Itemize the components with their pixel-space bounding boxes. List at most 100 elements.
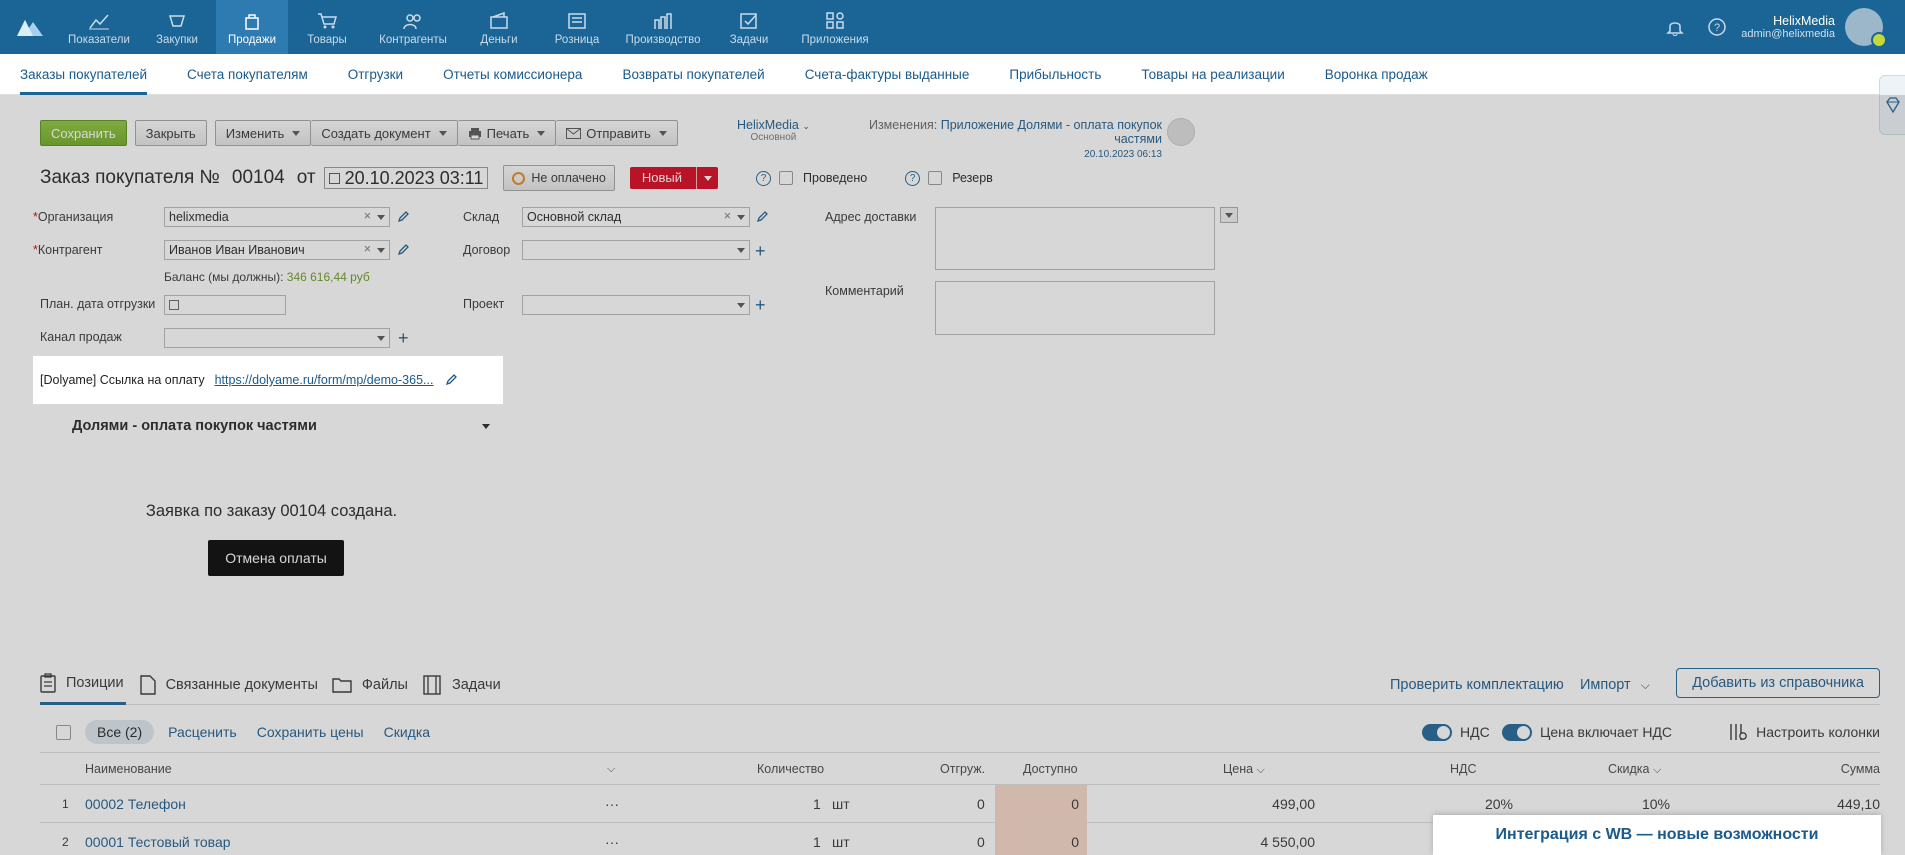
col-available[interactable]: Доступно <box>1023 753 1078 786</box>
payment-status-button[interactable]: Не оплачено <box>503 165 615 191</box>
col-sum[interactable]: Сумма <box>1841 753 1880 786</box>
channel-field[interactable] <box>164 328 390 348</box>
pencil-icon[interactable] <box>397 244 409 256</box>
subnav-customer-orders[interactable]: Заказы покупателей <box>20 54 148 95</box>
discount-link[interactable]: Скидка <box>384 724 430 740</box>
pencil-icon[interactable] <box>756 211 768 223</box>
change-button[interactable]: Изменить <box>214 120 312 146</box>
nav-sales[interactable]: Продажи <box>216 0 288 54</box>
chevron-down-icon[interactable] <box>482 424 490 429</box>
subnav-shipments[interactable]: Отгрузки <box>348 54 403 95</box>
col-price[interactable]: Цена ⌵ <box>1223 753 1265 786</box>
dolyame-link[interactable]: https://dolyame.ru/form/mp/demo-365... <box>215 373 434 387</box>
subnav-customer-returns[interactable]: Возвраты покупателей <box>622 54 764 95</box>
subnav-customer-invoices[interactable]: Счета покупателям <box>187 54 308 95</box>
dolyame-header[interactable]: Долями - оплата покупок частями <box>72 418 317 434</box>
nav-purchases[interactable]: Закупки <box>138 0 216 54</box>
warehouse-field[interactable]: Основной склад × <box>522 207 750 227</box>
row-product-link[interactable]: 00001 Тестовый товар <box>85 823 231 855</box>
tab-positions[interactable]: Позиции <box>40 665 126 705</box>
address-expand-button[interactable] <box>1220 207 1238 223</box>
nav-apps[interactable]: Приложения <box>788 0 882 54</box>
nav-money[interactable]: Деньги <box>460 0 538 54</box>
subnav-commission-reports[interactable]: Отчеты комиссионера <box>443 54 582 95</box>
row-qty[interactable]: 1 <box>813 785 821 823</box>
add-icon[interactable]: + <box>398 329 409 347</box>
col-vat[interactable]: НДС <box>1450 753 1477 786</box>
row-price[interactable]: 499,00 <box>1185 785 1315 823</box>
order-date-field[interactable]: 20.10.2023 03:11 <box>323 167 489 189</box>
promo-banner[interactable]: Интеграция с WB — новые возможности <box>1433 815 1881 855</box>
nav-contractors[interactable]: Контрагенты <box>366 0 460 54</box>
clear-icon[interactable]: × <box>364 242 371 256</box>
chevron-down-icon[interactable] <box>377 215 385 220</box>
address-field[interactable] <box>935 207 1215 270</box>
subnav-profitability[interactable]: Прибыльность <box>1009 54 1101 95</box>
changes-value[interactable]: Приложение Долями - оплата покупок частя… <box>941 118 1162 146</box>
org-field[interactable]: helixmedia × <box>164 207 390 227</box>
help-icon[interactable]: ? <box>905 170 921 186</box>
import-dropdown[interactable]: Импорт ⌵ <box>1580 677 1650 693</box>
select-all-checkbox[interactable] <box>56 724 71 740</box>
help-icon[interactable]: ? <box>756 170 772 186</box>
create-doc-button[interactable]: Создать документ <box>311 120 458 146</box>
chevron-down-icon[interactable] <box>737 303 745 308</box>
reprice-link[interactable]: Расценить <box>168 724 237 740</box>
row-qty[interactable]: 1 <box>813 823 821 855</box>
col-qty[interactable]: Количество <box>757 753 824 786</box>
col-name[interactable]: Наименование <box>85 753 172 786</box>
add-from-catalog-button[interactable]: Добавить из справочника <box>1676 668 1880 698</box>
order-number[interactable]: 00104 <box>232 167 285 189</box>
nav-products[interactable]: Товары <box>288 0 366 54</box>
col-discount[interactable]: Скидка ⌵ <box>1608 753 1661 786</box>
tab-files[interactable]: Файлы <box>362 677 408 693</box>
project-field[interactable] <box>522 295 750 315</box>
help-icon[interactable]: ? <box>1707 17 1727 37</box>
chevron-down-icon[interactable] <box>377 248 385 253</box>
status-dropdown[interactable]: Новый <box>629 167 719 189</box>
subnav-consignment[interactable]: Товары на реализации <box>1141 54 1284 95</box>
nav-retail[interactable]: Розница <box>538 0 616 54</box>
price-includes-vat-toggle[interactable] <box>1502 723 1532 741</box>
send-button[interactable]: Отправить <box>556 120 678 146</box>
chevron-down-icon[interactable]: ⌵ <box>607 753 615 786</box>
add-icon[interactable]: + <box>755 242 766 260</box>
ship-date-field[interactable] <box>164 295 286 315</box>
more-icon[interactable]: ··· <box>605 785 619 823</box>
pencil-icon[interactable] <box>397 211 409 223</box>
tab-tasks[interactable]: Задачи <box>452 677 501 693</box>
print-button[interactable]: Печать <box>457 120 557 146</box>
chevron-down-icon[interactable] <box>737 215 745 220</box>
filter-all[interactable]: Все (2) <box>85 720 155 744</box>
side-tab[interactable] <box>1879 75 1905 135</box>
col-shipped[interactable]: Отгруж. <box>940 753 985 786</box>
save-button[interactable]: Сохранить <box>40 120 127 146</box>
configure-columns-button[interactable]: Настроить колонки <box>1728 722 1880 742</box>
chevron-down-icon[interactable] <box>377 336 385 341</box>
cancel-payment-button[interactable]: Отмена оплаты <box>208 540 344 576</box>
chevron-down-icon[interactable] <box>737 248 745 253</box>
check-kit-link[interactable]: Проверить комплектацию <box>1390 677 1564 693</box>
row-product-link[interactable]: 00002 Телефон <box>85 785 186 823</box>
nav-production[interactable]: Производство <box>616 0 710 54</box>
posted-checkbox[interactable] <box>779 171 794 185</box>
nav-tasks[interactable]: Задачи <box>710 0 788 54</box>
comment-field[interactable] <box>935 281 1215 335</box>
nav-indicators[interactable]: Показатели <box>60 0 138 54</box>
bell-icon[interactable] <box>1665 17 1685 37</box>
add-icon[interactable]: + <box>755 296 766 314</box>
close-button[interactable]: Закрыть <box>134 120 207 146</box>
app-logo[interactable] <box>0 0 60 54</box>
subnav-invoices-issued[interactable]: Счета-фактуры выданные <box>805 54 970 95</box>
save-prices-link[interactable]: Сохранить цены <box>257 724 364 740</box>
more-icon[interactable]: ··· <box>605 823 619 855</box>
clear-icon[interactable]: × <box>724 209 731 223</box>
contract-field[interactable] <box>522 240 750 260</box>
reserve-checkbox[interactable] <box>928 171 943 185</box>
avatar[interactable] <box>1845 8 1887 48</box>
pencil-icon[interactable] <box>445 374 458 386</box>
row-price[interactable]: 4 550,00 <box>1185 823 1316 855</box>
clear-icon[interactable]: × <box>364 209 371 223</box>
contractor-field[interactable]: Иванов Иван Иванович × <box>164 240 390 260</box>
tab-related[interactable]: Связанные документы <box>166 677 318 693</box>
